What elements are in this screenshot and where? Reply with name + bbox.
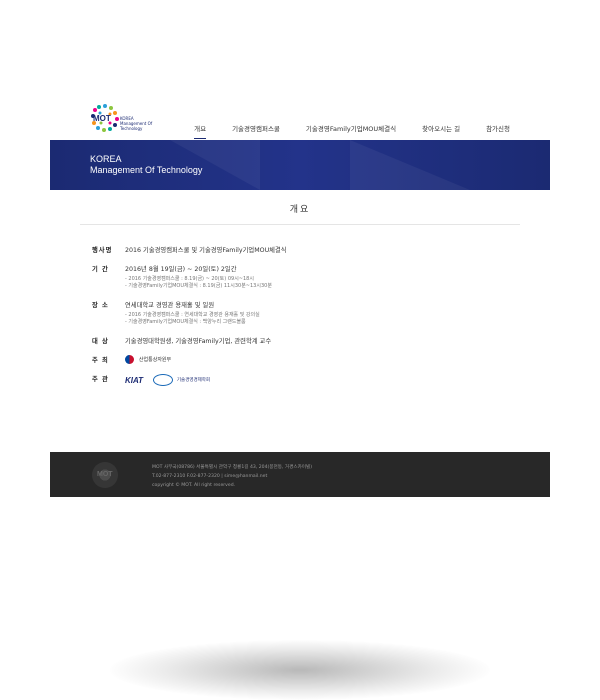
footer-logo: MOT xyxy=(92,462,118,488)
kiat-logo: KIAT xyxy=(125,375,144,385)
nav-item-register[interactable]: 참가신청 xyxy=(486,123,510,139)
hero-banner: KOREA Management Of Technology xyxy=(50,140,550,190)
page-shadow xyxy=(110,640,490,700)
host-org: 산업통상자원부 xyxy=(138,357,172,363)
period-sub-1: - 2016 기술경영캠퍼스쿨 : 8.19(금) ~ 20(토) 09시~18… xyxy=(125,276,254,282)
nav-item-mou[interactable]: 기술경영Family기업MOU체결식 xyxy=(306,123,396,139)
detail-row-host: 주 최 산업통상자원부 xyxy=(92,355,550,364)
society-seal-icon xyxy=(153,374,173,386)
venue-sub-1: - 2016 기술경영캠퍼스쿨 : 연세대학교 경영관 용재홀 및 강의실 xyxy=(125,312,260,318)
nav-item-overview[interactable]: 개요 xyxy=(194,123,206,139)
logo-tagline: KOREA Management Of Technology xyxy=(120,116,153,131)
footer-info: MOT 사무국(08786) 서울특별시 관악구 청룡1길 43, 204(봉천… xyxy=(152,463,312,490)
main-nav: 개요 기술경영캠퍼스쿨 기술경영Family기업MOU체결식 찾아오시는 길 참… xyxy=(168,123,510,139)
target-value: 기술경영대학원생, 기술경영Family기업, 관련학계 교수 xyxy=(125,338,272,345)
event-details: 행사명 2016 기술경영캠퍼스쿨 및 기술경영Family기업MOU체결식 기… xyxy=(50,225,550,386)
nav-item-directions[interactable]: 찾아오시는 길 xyxy=(422,123,460,139)
event-label: 행사명 xyxy=(92,247,113,254)
section-title: 개요 xyxy=(289,205,311,215)
host-label: 주 최 xyxy=(92,357,109,364)
venue-value: 연세대학교 경영관 용재홀 및 일원 xyxy=(125,302,215,309)
banner-line-korea: KOREA xyxy=(90,154,122,164)
detail-row-venue: 장 소 연세대학교 경영관 용재홀 및 일원 - 2016 기술경영캠퍼스쿨 :… xyxy=(92,300,550,326)
banner-line-mot: Management Of Technology xyxy=(90,165,203,175)
event-value: 2016 기술경영캠퍼스쿨 및 기술경영Family기업MOU체결식 xyxy=(125,247,287,254)
footer-copyright: copyright © MOT. All right reserved. xyxy=(152,483,236,488)
period-sub-2: - 기술경영Family기업MOU체결식 : 8.19(금) 11시30분~13… xyxy=(125,283,272,289)
detail-row-target: 대 상 기술경영대학원생, 기술경영Family기업, 관련학계 교수 xyxy=(92,336,550,345)
footer-contact: T.02-877-2310 F.02-877-2320 | sime@hanma… xyxy=(152,474,268,479)
venue-sub-2: - 기술경영Family기업MOU체결식 : 백양누리 그랜드볼룸 xyxy=(125,319,246,325)
venue-label: 장 소 xyxy=(92,302,109,309)
footer-logo-text: MOT xyxy=(97,471,113,478)
logo-mot-text: MOT xyxy=(93,114,111,123)
organizer-org2: 기술경영경제학회 xyxy=(176,378,211,383)
detail-row-event: 행사명 2016 기술경영캠퍼스쿨 및 기술경영Family기업MOU체결식 xyxy=(92,245,550,254)
mot-logo[interactable]: MOT KOREA Management Of Technology xyxy=(90,103,160,133)
organizer-label: 주 관 xyxy=(92,376,109,383)
banner-text: KOREA Management Of Technology xyxy=(90,154,202,176)
nav-item-campus-school[interactable]: 기술경영캠퍼스쿨 xyxy=(232,123,280,139)
detail-row-organizer: 주 관 KIAT 기술경영경제학회 xyxy=(92,374,550,386)
taegeuk-icon xyxy=(125,355,134,364)
header: MOT KOREA Management Of Technology 개요 기술… xyxy=(50,95,550,140)
detail-row-period: 기 간 2016년 8월 19일(금) ~ 20일(토) 2일간 - 2016 … xyxy=(92,264,550,290)
footer: MOT MOT 사무국(08786) 서울특별시 관악구 청룡1길 43, 20… xyxy=(50,452,550,497)
page-container: MOT KOREA Management Of Technology 개요 기술… xyxy=(50,95,550,396)
footer-address: MOT 사무국(08786) 서울특별시 관악구 청룡1길 43, 204(봉천… xyxy=(152,465,313,470)
period-value: 2016년 8월 19일(금) ~ 20일(토) 2일간 xyxy=(125,266,237,273)
period-label: 기 간 xyxy=(92,266,109,273)
target-label: 대 상 xyxy=(92,338,109,345)
